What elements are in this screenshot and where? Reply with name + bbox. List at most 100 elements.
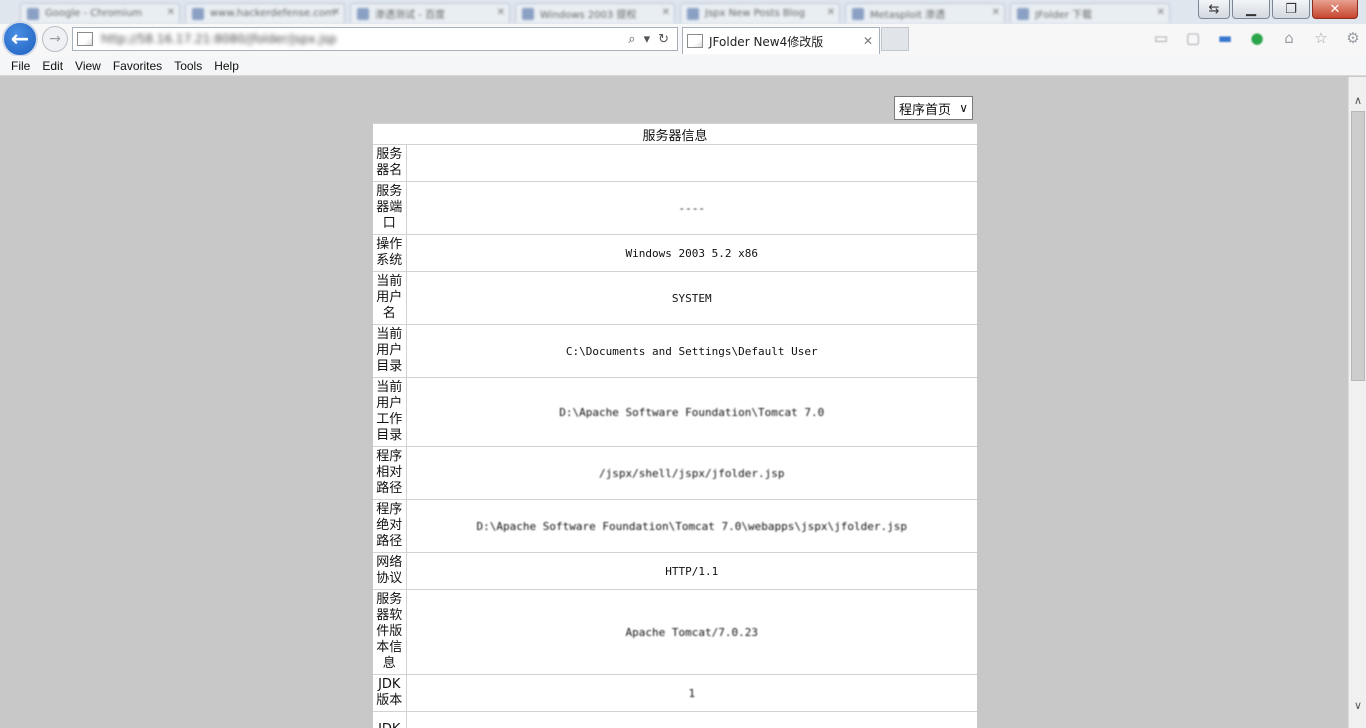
vertical-scrollbar[interactable]: ∧ ∨ xyxy=(1348,77,1366,728)
page-content: 程序首页 ∨ 服务器信息 服务器名 服务器端口 ---- 操作系统 Window… xyxy=(0,77,1348,728)
tab-close-icon[interactable]: ✕ xyxy=(1157,7,1165,18)
forward-button[interactable]: → xyxy=(42,26,68,52)
table-row: 程序相对路径 /jspx/shell/jspx/jfolder.jsp xyxy=(373,446,977,500)
navigation-bar: ← → http://58.16.17.21:8080/jfolder/jspx… xyxy=(0,21,1366,57)
tab-favicon xyxy=(852,7,864,20)
favorites-star-icon[interactable]: ☆ xyxy=(1310,28,1332,48)
menu-help[interactable]: Help xyxy=(209,59,246,73)
dropdown-icon[interactable]: ▾ xyxy=(644,32,651,47)
tab-close-icon[interactable]: ✕ xyxy=(863,34,879,48)
server-info-table: 服务器信息 服务器名 服务器端口 ---- 操作系统 Windows 2003 … xyxy=(373,123,977,728)
extension-icon[interactable]: ● xyxy=(1246,28,1268,48)
background-tab[interactable]: Jspx New Posts Blog ✕ xyxy=(680,3,840,23)
row-label: 服务器端口 xyxy=(373,181,407,235)
menu-file[interactable]: File xyxy=(6,59,37,73)
tab-close-icon[interactable]: ✕ xyxy=(827,7,835,18)
back-arrow-icon: ← xyxy=(10,26,30,52)
table-row: 服务器端口 ---- xyxy=(373,181,977,235)
maximize-icon: ❐ xyxy=(1285,1,1297,17)
row-value: Apache Tomcat/7.0.23 xyxy=(406,589,977,675)
row-value: C:\Documents and Settings\Default User xyxy=(406,324,977,378)
gear-icon[interactable]: ⚙ xyxy=(1342,28,1364,48)
table-row: 当前用户工作目录 D:\Apache Software Foundation\T… xyxy=(373,377,977,447)
home-icon[interactable]: ⌂ xyxy=(1278,28,1300,48)
row-value: /jspx/shell/jspx/jfolder.jsp xyxy=(406,446,977,500)
extension-icon[interactable]: ▭ xyxy=(1150,28,1172,48)
search-icon[interactable]: ⌕ xyxy=(628,32,635,47)
background-tab[interactable]: Metasploit 渗透 ✕ xyxy=(845,3,1005,23)
menu-tools[interactable]: Tools xyxy=(169,59,209,73)
close-window-button[interactable]: ✕ xyxy=(1312,0,1358,19)
minimize-button[interactable]: ▁ xyxy=(1232,0,1270,19)
restore-down-button[interactable]: ⇆ xyxy=(1198,0,1230,19)
scroll-up-button[interactable]: ∧ xyxy=(1349,91,1366,109)
menu-view[interactable]: View xyxy=(70,59,108,73)
tab-close-icon[interactable]: ✕ xyxy=(662,7,670,18)
row-label: 服务器名 xyxy=(373,144,407,182)
chevron-down-icon: ∨ xyxy=(959,101,968,115)
row-value: 1 xyxy=(406,674,977,712)
menu-edit[interactable]: Edit xyxy=(37,59,70,73)
row-label: 当前用户工作目录 xyxy=(373,377,407,447)
row-value: ---- xyxy=(406,181,977,235)
tab-label: JFolder 下载 xyxy=(1035,10,1093,21)
table-row: 网络协议 HTTP/1.1 xyxy=(373,552,977,590)
tab-label: Jspx New Posts Blog xyxy=(705,8,806,19)
address-tools: ⌕ ▾ ↻ xyxy=(628,32,677,47)
table-row: JDK xyxy=(373,711,977,728)
tab-favicon xyxy=(192,7,204,20)
chevron-up-icon: ∧ xyxy=(1353,93,1363,107)
table-row: 当前用户目录 C:\Documents and Settings\Default… xyxy=(373,324,977,378)
tab-favicon xyxy=(687,7,699,20)
table-row: 服务器名 xyxy=(373,144,977,182)
tab-close-icon[interactable]: ✕ xyxy=(497,7,505,18)
new-tab-button[interactable] xyxy=(881,27,909,51)
extension-icon[interactable]: ▬ xyxy=(1214,28,1236,48)
tab-favicon xyxy=(522,7,534,20)
row-label: 程序相对路径 xyxy=(373,446,407,500)
row-value: D:\Apache Software Foundation\Tomcat 7.0… xyxy=(406,499,977,553)
restore-icon: ⇆ xyxy=(1208,1,1220,17)
row-label: JDK版本 xyxy=(373,674,407,712)
scroll-thumb[interactable] xyxy=(1351,111,1365,381)
address-bar[interactable]: http://58.16.17.21:8080/jfolder/jspx.jsp… xyxy=(72,27,678,51)
window-controls: ⇆ ▁ ❐ ✕ xyxy=(1198,0,1358,20)
forward-arrow-icon: → xyxy=(49,31,61,47)
table-row: 服务器软件版本信息 Apache Tomcat/7.0.23 xyxy=(373,589,977,675)
tab-close-icon[interactable]: ✕ xyxy=(992,7,1000,18)
tab-close-icon[interactable]: ✕ xyxy=(332,7,340,18)
extension-icon[interactable]: ▢ xyxy=(1182,28,1204,48)
select-value: 程序首页 xyxy=(899,102,952,118)
row-label: 网络协议 xyxy=(373,552,407,590)
tab-label: 渗透测试 - 百度 xyxy=(375,10,445,21)
active-tab-title: JFolder New4修改版 xyxy=(709,34,824,49)
row-value: Windows 2003 5.2 x86 xyxy=(406,234,977,272)
program-home-select[interactable]: 程序首页 ∨ xyxy=(894,96,973,120)
tab-close-icon[interactable]: ✕ xyxy=(167,7,175,18)
refresh-icon[interactable]: ↻ xyxy=(658,32,669,47)
table-row: 程序绝对路径 D:\Apache Software Foundation\Tom… xyxy=(373,499,977,553)
menu-bar: File Edit View Favorites Tools Help xyxy=(0,56,1366,76)
maximize-button[interactable]: ❐ xyxy=(1272,0,1310,19)
row-value xyxy=(406,144,977,182)
background-tab[interactable]: www.hackerdefense.com ✕ xyxy=(185,3,345,23)
table-row: 当前用户名 SYSTEM xyxy=(373,271,977,325)
menu-favorites[interactable]: Favorites xyxy=(108,59,169,73)
row-label: JDK xyxy=(373,711,407,728)
url-text[interactable]: http://58.16.17.21:8080/jfolder/jspx.jsp xyxy=(101,32,628,46)
row-label: 服务器软件版本信息 xyxy=(373,589,407,675)
background-tab[interactable]: 渗透测试 - 百度 ✕ xyxy=(350,3,510,23)
row-value xyxy=(406,711,977,728)
tab-label: Metasploit 渗透 xyxy=(870,10,946,21)
table-row: 操作系统 Windows 2003 5.2 x86 xyxy=(373,234,977,272)
tab-label: Windows 2003 提权 xyxy=(540,10,637,21)
row-label: 操作系统 xyxy=(373,234,407,272)
active-tab[interactable]: JFolder New4修改版 ✕ xyxy=(682,27,880,54)
row-label: 程序绝对路径 xyxy=(373,499,407,553)
row-value: D:\Apache Software Foundation\Tomcat 7.0 xyxy=(406,377,977,447)
background-tab[interactable]: Windows 2003 提权 ✕ xyxy=(515,3,675,23)
background-tab[interactable]: Google - Chromium ✕ xyxy=(20,3,180,23)
back-button[interactable]: ← xyxy=(2,21,38,57)
scroll-down-button[interactable]: ∨ xyxy=(1349,696,1366,714)
background-tab[interactable]: JFolder 下载 ✕ xyxy=(1010,3,1170,23)
